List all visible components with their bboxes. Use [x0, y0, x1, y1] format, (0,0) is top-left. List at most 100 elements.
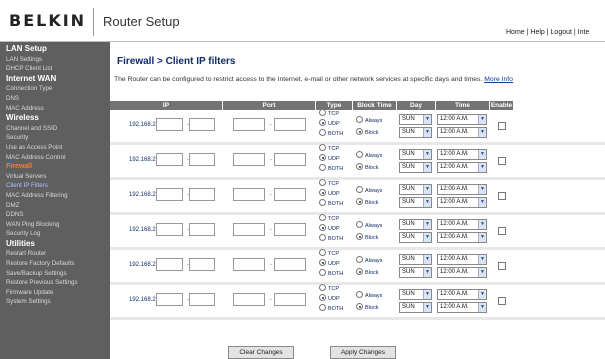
sidebar-item-security[interactable]: Security	[0, 133, 110, 143]
block-option-block[interactable]: Block	[356, 268, 378, 278]
port-end-input[interactable]	[274, 223, 306, 236]
time-to-select[interactable]: 12:00 A.M. ▼	[437, 127, 487, 138]
time-to-select[interactable]: 12:00 A.M. ▼	[437, 162, 487, 173]
sidebar-item-ddns[interactable]: DDNS	[0, 210, 110, 220]
ip-end-input[interactable]	[189, 258, 215, 271]
time-from-select[interactable]: 12:00 A.M. ▼	[437, 219, 487, 230]
type-option-both[interactable]: BOTH	[319, 164, 343, 174]
ip-end-input[interactable]	[189, 293, 215, 306]
radio-button[interactable]	[356, 291, 363, 299]
time-from-select[interactable]: 12:00 A.M. ▼	[437, 289, 487, 300]
chevron-down-icon[interactable]: ▼	[423, 255, 431, 264]
block-option-always[interactable]: Always	[356, 291, 382, 301]
day-from-select[interactable]: SUN ▼	[399, 149, 432, 160]
time-from-select[interactable]: 12:00 A.M. ▼	[437, 184, 487, 195]
radio-button[interactable]	[356, 198, 363, 206]
day-from-select[interactable]: SUN ▼	[399, 254, 432, 265]
chevron-down-icon[interactable]: ▼	[478, 128, 486, 137]
block-option-always[interactable]: Always	[356, 186, 382, 196]
type-option-udp[interactable]: UDP	[319, 224, 340, 234]
chevron-down-icon[interactable]: ▼	[478, 150, 486, 159]
radio-button[interactable]	[356, 186, 363, 194]
sidebar-item-channel-and-ssid[interactable]: Channel and SSID	[0, 124, 110, 134]
day-to-select[interactable]: SUN ▼	[399, 162, 432, 173]
port-start-input[interactable]	[233, 153, 265, 166]
chevron-down-icon[interactable]: ▼	[478, 185, 486, 194]
time-to-select[interactable]: 12:00 A.M. ▼	[437, 302, 487, 313]
enable-checkbox[interactable]	[498, 227, 506, 235]
sidebar-item-mac-address-filtering[interactable]: MAC Address Filtering	[0, 191, 110, 201]
type-option-tcp[interactable]: TCP	[319, 249, 339, 259]
day-from-select[interactable]: SUN ▼	[399, 289, 432, 300]
type-option-udp[interactable]: UDP	[319, 189, 340, 199]
chevron-down-icon[interactable]: ▼	[478, 290, 486, 299]
type-option-both[interactable]: BOTH	[319, 129, 343, 139]
ip-start-input[interactable]	[156, 118, 183, 131]
ip-start-input[interactable]	[156, 188, 183, 201]
apply-changes-button[interactable]: Apply Changes	[330, 346, 396, 359]
chevron-down-icon[interactable]: ▼	[478, 198, 486, 207]
day-to-select[interactable]: SUN ▼	[399, 302, 432, 313]
type-option-tcp[interactable]: TCP	[319, 144, 339, 154]
radio-button[interactable]	[356, 233, 363, 241]
radio-button[interactable]	[356, 116, 363, 124]
time-to-select[interactable]: 12:00 A.M. ▼	[437, 197, 487, 208]
radio-button[interactable]	[319, 119, 326, 127]
type-option-both[interactable]: BOTH	[319, 269, 343, 279]
sidebar-item-restore-factory-defaults[interactable]: Restore Factory Defaults	[0, 259, 110, 269]
enable-checkbox[interactable]	[498, 262, 506, 270]
chevron-down-icon[interactable]: ▼	[478, 163, 486, 172]
internet-status-link[interactable]: Inte	[578, 29, 590, 36]
port-end-input[interactable]	[274, 118, 306, 131]
time-to-select[interactable]: 12:00 A.M. ▼	[437, 232, 487, 243]
sidebar-item-security-log[interactable]: Security Log	[0, 229, 110, 239]
radio-button[interactable]	[319, 129, 326, 137]
ip-end-input[interactable]	[189, 223, 215, 236]
sidebar-item-virtual-servers[interactable]: Virtual Servers	[0, 172, 110, 182]
port-start-input[interactable]	[233, 188, 265, 201]
port-start-input[interactable]	[233, 293, 265, 306]
port-end-input[interactable]	[274, 188, 306, 201]
sidebar-item-restart-router[interactable]: Restart Router	[0, 249, 110, 259]
chevron-down-icon[interactable]: ▼	[423, 290, 431, 299]
radio-button[interactable]	[319, 249, 326, 257]
radio-button[interactable]	[319, 109, 326, 117]
chevron-down-icon[interactable]: ▼	[423, 220, 431, 229]
enable-checkbox[interactable]	[498, 122, 506, 130]
radio-button[interactable]	[356, 303, 363, 311]
chevron-down-icon[interactable]: ▼	[478, 268, 486, 277]
radio-button[interactable]	[319, 164, 326, 172]
chevron-down-icon[interactable]: ▼	[423, 268, 431, 277]
radio-button[interactable]	[356, 268, 363, 276]
sidebar-item-lan-settings[interactable]: LAN Settings	[0, 55, 110, 65]
block-option-block[interactable]: Block	[356, 128, 378, 138]
type-option-tcp[interactable]: TCP	[319, 284, 339, 294]
enable-checkbox[interactable]	[498, 297, 506, 305]
type-option-udp[interactable]: UDP	[319, 294, 340, 304]
radio-button[interactable]	[356, 163, 363, 171]
type-option-both[interactable]: BOTH	[319, 304, 343, 314]
ip-start-input[interactable]	[156, 223, 183, 236]
type-option-both[interactable]: BOTH	[319, 234, 343, 244]
chevron-down-icon[interactable]: ▼	[478, 303, 486, 312]
sidebar-item-firewall[interactable]: Firewall	[0, 162, 110, 172]
sidebar-item-use-as-access-point[interactable]: Use as Access Point	[0, 143, 110, 153]
block-option-block[interactable]: Block	[356, 198, 378, 208]
time-from-select[interactable]: 12:00 A.M. ▼	[437, 254, 487, 265]
ip-end-input[interactable]	[189, 118, 215, 131]
block-option-always[interactable]: Always	[356, 116, 382, 126]
port-end-input[interactable]	[274, 258, 306, 271]
chevron-down-icon[interactable]: ▼	[478, 115, 486, 124]
chevron-down-icon[interactable]: ▼	[423, 163, 431, 172]
sidebar-item-client-ip-filters[interactable]: Client IP Filters	[0, 181, 110, 191]
sidebar-item-dhcp-client-list[interactable]: DHCP Client List	[0, 64, 110, 74]
block-option-block[interactable]: Block	[356, 233, 378, 243]
ip-start-input[interactable]	[156, 293, 183, 306]
sidebar-item-mac-address-control[interactable]: MAC Address Control	[0, 153, 110, 163]
sidebar-item-firmware-update[interactable]: Firmware Update	[0, 288, 110, 298]
ip-start-input[interactable]	[156, 258, 183, 271]
ip-end-input[interactable]	[189, 153, 215, 166]
radio-button[interactable]	[319, 304, 326, 312]
radio-button[interactable]	[319, 269, 326, 277]
type-option-both[interactable]: BOTH	[319, 199, 343, 209]
